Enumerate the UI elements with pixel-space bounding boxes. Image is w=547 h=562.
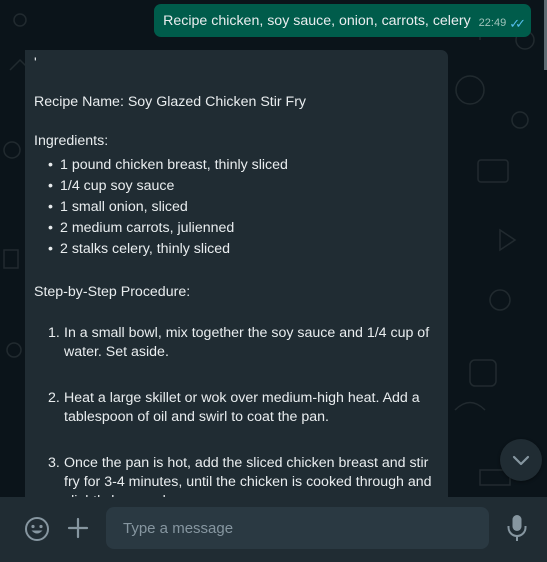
list-item: • 2 stalks celery, thinly sliced xyxy=(48,239,288,260)
chevron-down-icon xyxy=(512,455,530,466)
ingredients-list: • 1 pound chicken breast, thinly sliced •… xyxy=(48,155,288,260)
step-text: Once the pan is hot, add the sliced chic… xyxy=(64,455,432,497)
step-text: Heat a large skillet or wok over medium-… xyxy=(64,390,420,425)
double-check-icon: ✓✓ xyxy=(509,16,526,31)
bullet-icon: • xyxy=(48,241,53,257)
list-item: • 1 small onion, sliced xyxy=(48,197,288,218)
list-item: • 1/4 cup soy sauce xyxy=(48,176,288,197)
sent-message-bubble[interactable]: Recipe chicken, soy sauce, onion, carrot… xyxy=(154,4,531,37)
ingredient-text: 2 medium carrots, julienned xyxy=(60,220,235,236)
microphone-icon[interactable] xyxy=(506,514,528,542)
ingredient-text: 1 small onion, sliced xyxy=(60,199,188,215)
message-input[interactable] xyxy=(106,507,489,549)
sent-message-text: Recipe chicken, soy sauce, onion, carrot… xyxy=(163,13,471,29)
list-item: 1. In a small bowl, mix together the soy … xyxy=(48,324,440,362)
received-message-bubble[interactable]: ' Recipe Name: Soy Glazed Chicken Stir F… xyxy=(25,50,448,497)
scroll-to-bottom-button[interactable] xyxy=(500,439,542,481)
step-text: In a small bowl, mix together the soy sa… xyxy=(64,325,430,360)
message-time: 22:49 xyxy=(478,17,507,29)
list-item: • 2 medium carrots, julienned xyxy=(48,218,288,239)
recipe-name: Recipe Name: Soy Glazed Chicken Stir Fry xyxy=(34,94,307,110)
chat-pane: Recipe chicken, soy sauce, onion, carrot… xyxy=(0,0,547,497)
list-item: 2. Heat a large skillet or wok over mediu… xyxy=(48,389,440,427)
bullet-icon: • xyxy=(48,220,53,236)
ingredient-text: 1/4 cup soy sauce xyxy=(60,178,175,194)
ingredient-text: 1 pound chicken breast, thinly sliced xyxy=(60,157,288,173)
procedure-heading: Step-by-Step Procedure: xyxy=(34,284,191,300)
plus-icon[interactable] xyxy=(66,516,90,540)
bullet-icon: • xyxy=(48,157,53,173)
ingredient-text: 2 stalks celery, thinly sliced xyxy=(60,241,231,257)
list-item: • 1 pound chicken breast, thinly sliced xyxy=(48,155,288,176)
step-number: 2. xyxy=(48,390,60,406)
ingredients-heading: Ingredients: xyxy=(34,133,109,149)
list-item: 3. Once the pan is hot, add the sliced ch… xyxy=(48,454,440,497)
procedure-steps: 1. In a small bowl, mix together the soy … xyxy=(48,324,440,497)
message-apostrophe: ' xyxy=(34,55,37,71)
step-number: 3. xyxy=(48,455,60,471)
bullet-icon: • xyxy=(48,178,53,194)
message-meta: 22:49 ✓✓ xyxy=(478,14,526,33)
step-number: 1. xyxy=(48,325,60,341)
emoji-icon[interactable] xyxy=(24,516,50,542)
bullet-icon: • xyxy=(48,199,53,215)
